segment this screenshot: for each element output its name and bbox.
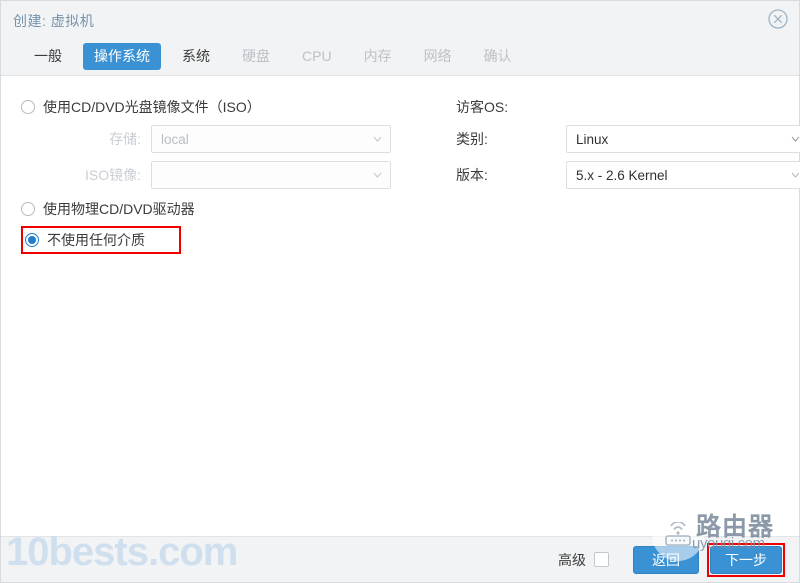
page-title: 创建: 虚拟机 — [13, 11, 94, 31]
radio-label-physical-drive: 使用物理CD/DVD驱动器 — [43, 199, 195, 219]
radio-no-media[interactable] — [25, 233, 39, 247]
os-category-value: Linux — [576, 132, 608, 147]
radio-row-use-iso[interactable]: 使用CD/DVD光盘镜像文件（ISO） — [21, 94, 441, 120]
field-row-os-category: 类别: Linux — [456, 124, 800, 154]
radio-label-use-iso: 使用CD/DVD光盘镜像文件（ISO） — [43, 97, 261, 117]
back-button[interactable]: 返回 — [633, 546, 699, 574]
chevron-down-icon — [373, 136, 382, 142]
dialog-footer: 高级 返回 下一步 — [1, 536, 799, 582]
os-version-label: 版本: — [456, 165, 566, 185]
field-row-iso-image: ISO镜像: — [21, 160, 441, 190]
radio-row-no-media[interactable]: 不使用任何介质 — [21, 226, 181, 254]
chevron-down-icon — [791, 172, 800, 178]
media-source-column: 使用CD/DVD光盘镜像文件（ISO） 存储: local ISO镜像: — [21, 94, 441, 258]
advanced-label: 高级 — [558, 550, 586, 570]
os-version-value: 5.x - 2.6 Kernel — [576, 168, 668, 183]
storage-select: local — [151, 125, 391, 153]
tab-confirm: 确认 — [473, 43, 523, 70]
tab-disk: 硬盘 — [231, 43, 281, 70]
close-icon[interactable] — [767, 8, 789, 30]
os-version-select[interactable]: 5.x - 2.6 Kernel — [566, 161, 800, 189]
advanced-group[interactable]: 高级 — [558, 550, 609, 570]
iso-image-select — [151, 161, 391, 189]
next-button-highlight: 下一步 — [707, 543, 785, 577]
radio-row-physical-drive[interactable]: 使用物理CD/DVD驱动器 — [21, 196, 441, 222]
dialog-title-bar: 创建: 虚拟机 — [1, 1, 799, 37]
os-category-select[interactable]: Linux — [566, 125, 800, 153]
radio-label-no-media: 不使用任何介质 — [47, 230, 145, 250]
dialog-body: 使用CD/DVD光盘镜像文件（ISO） 存储: local ISO镜像: — [1, 75, 799, 536]
create-vm-dialog: 创建: 虚拟机 一般 操作系统 系统 硬盘 CPU 内存 网络 确认 使用CD/… — [0, 0, 800, 583]
chevron-down-icon — [373, 172, 382, 178]
guest-os-column: 访客OS: 类别: Linux 版本: 5.x - 2.6 Kernel — [441, 94, 800, 258]
radio-physical-drive[interactable] — [21, 202, 35, 216]
form-columns: 使用CD/DVD光盘镜像文件（ISO） 存储: local ISO镜像: — [21, 94, 779, 258]
tab-system[interactable]: 系统 — [171, 43, 221, 70]
field-row-os-version: 版本: 5.x - 2.6 Kernel — [456, 160, 800, 190]
iso-image-label: ISO镜像: — [21, 165, 151, 185]
tab-general[interactable]: 一般 — [23, 43, 73, 70]
advanced-checkbox[interactable] — [594, 552, 609, 567]
radio-use-iso[interactable] — [21, 100, 35, 114]
wizard-tabs: 一般 操作系统 系统 硬盘 CPU 内存 网络 确认 — [1, 37, 799, 75]
field-row-storage: 存储: local — [21, 124, 441, 154]
guest-os-heading: 访客OS: — [456, 94, 800, 120]
chevron-down-icon — [791, 136, 800, 142]
tab-os[interactable]: 操作系统 — [83, 43, 161, 70]
tab-network: 网络 — [413, 43, 463, 70]
storage-label: 存储: — [21, 129, 151, 149]
tab-memory: 内存 — [353, 43, 403, 70]
storage-value: local — [161, 132, 189, 147]
os-category-label: 类别: — [456, 129, 566, 149]
tab-cpu: CPU — [291, 43, 343, 70]
next-button[interactable]: 下一步 — [710, 546, 782, 574]
